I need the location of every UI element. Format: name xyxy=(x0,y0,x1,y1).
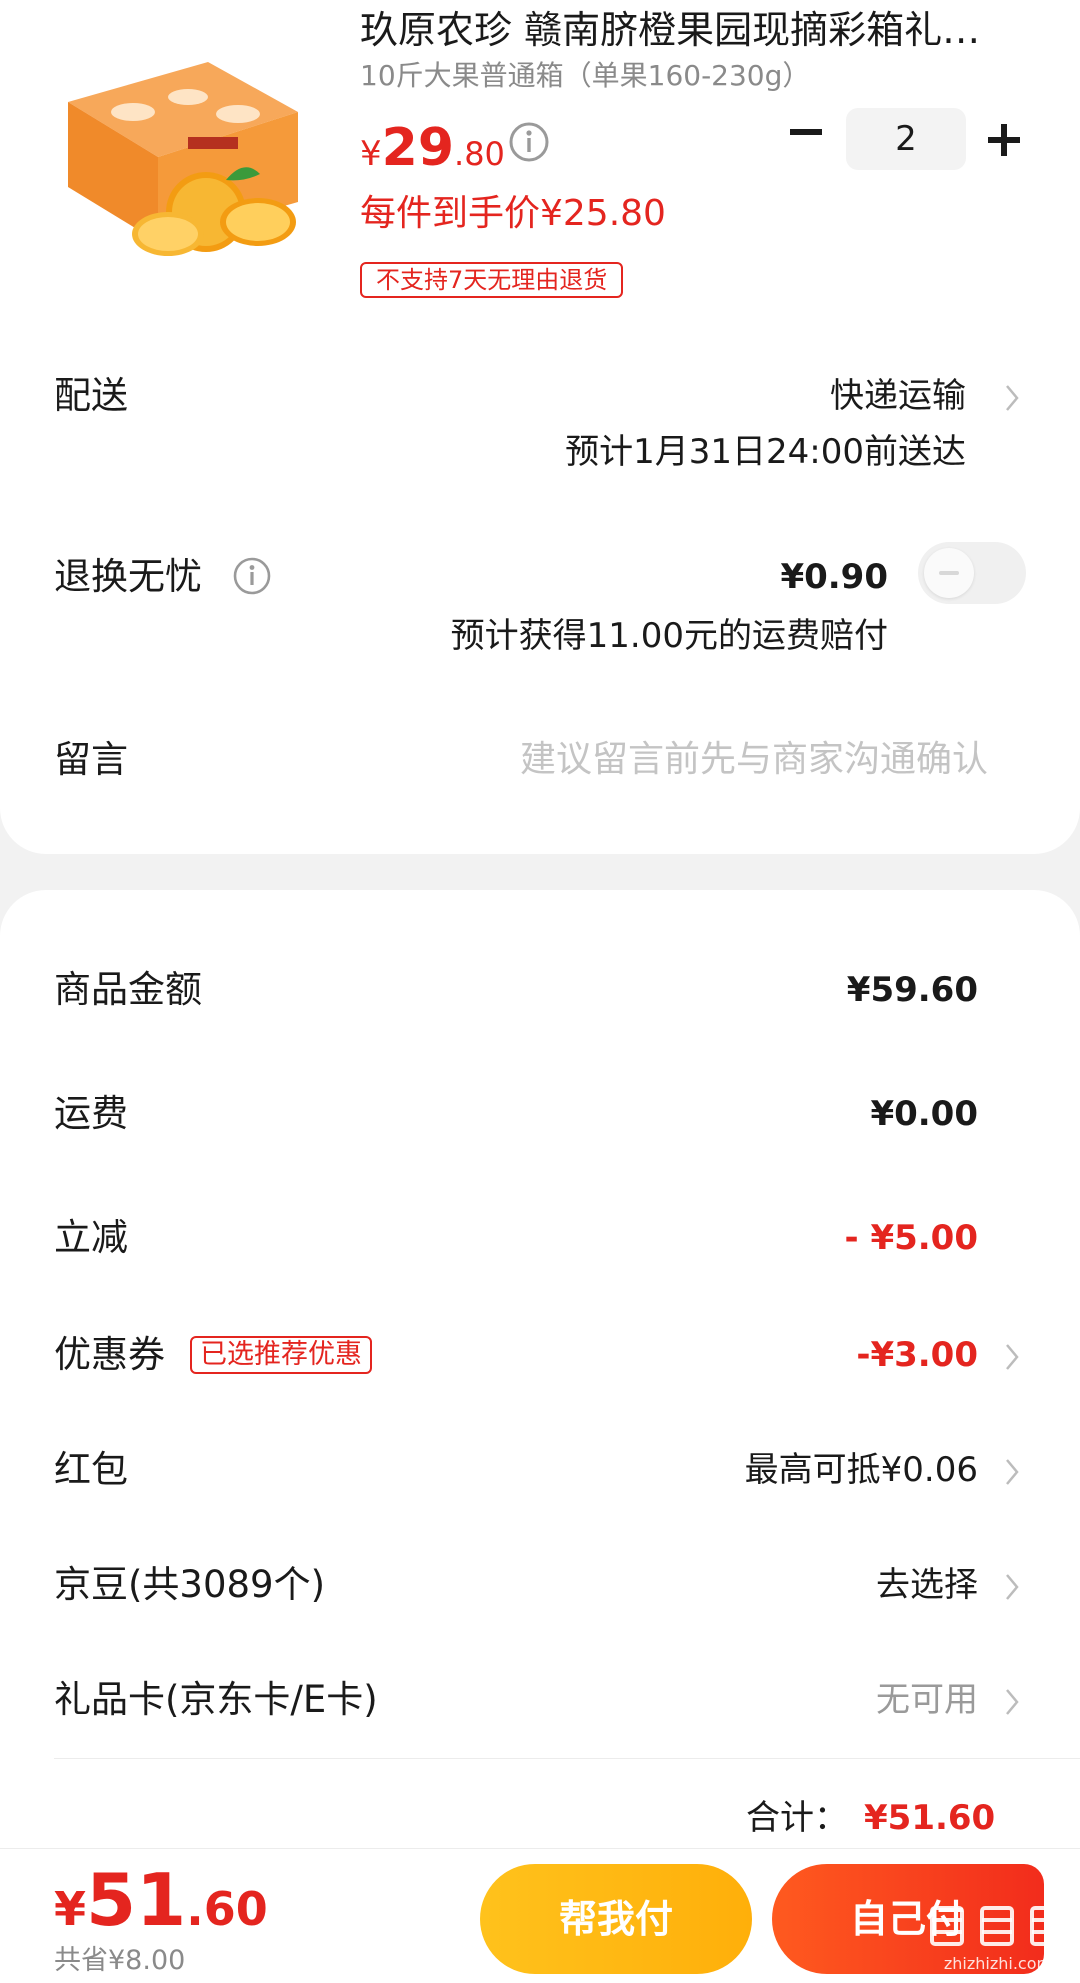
worry-free-toggle[interactable] xyxy=(918,542,1026,604)
checkout-saved-amount: 共省¥8.00 xyxy=(54,1945,186,1976)
chevron-right-icon[interactable] xyxy=(1004,383,1020,413)
watermark-text: zhizhizhi.com xyxy=(943,1954,1053,1973)
red-packet-value[interactable]: 最高可抵¥0.06 xyxy=(745,1446,978,1494)
summary-divider xyxy=(54,1758,1080,1759)
delivery-eta: 预计1月31日24:00前送达 xyxy=(565,432,966,472)
price-info-icon[interactable] xyxy=(508,121,550,163)
instant-discount-value: - ¥5.00 xyxy=(844,1218,979,1258)
arrival-price: 每件到手价¥25.80 xyxy=(360,193,666,234)
worry-free-info-icon[interactable] xyxy=(232,556,272,596)
coupon-label: 优惠券 xyxy=(54,1333,165,1376)
toggle-knob xyxy=(924,548,974,598)
worry-free-label: 退换无忧 xyxy=(54,555,202,598)
worry-free-compensation: 预计获得11.00元的运费赔付 xyxy=(450,616,888,656)
delivery-method[interactable]: 快递运输 xyxy=(830,372,966,420)
help-me-pay-button[interactable]: 帮我付 xyxy=(480,1864,752,1974)
coupon-recommended-tag: 已选推荐优惠 xyxy=(190,1336,372,1374)
message-input[interactable]: 建议留言前先与商家沟通确认 xyxy=(520,736,988,784)
price-decimal: .80 xyxy=(454,135,505,173)
message-label: 留言 xyxy=(54,738,128,781)
checkout-price-decimal: .60 xyxy=(186,1882,268,1936)
quantity-decrease-button[interactable] xyxy=(786,112,826,152)
shipping-value: ¥0.00 xyxy=(870,1094,978,1134)
product-image[interactable] xyxy=(58,42,313,264)
quantity-input[interactable]: 2 xyxy=(846,108,966,170)
gift-card-label: 礼品卡(京东卡/E卡) xyxy=(54,1678,378,1721)
product-title[interactable]: 玖原农珍 赣南脐橙果园现摘彩箱礼盒装 xyxy=(360,6,1000,54)
shipping-label: 运费 xyxy=(54,1092,128,1135)
gift-card-value[interactable]: 无可用 xyxy=(876,1676,978,1724)
checkout-price-currency: ¥ xyxy=(54,1882,87,1936)
instant-discount-label: 立减 xyxy=(54,1216,128,1259)
price-integer: 29 xyxy=(381,118,455,178)
coupon-value[interactable]: -¥3.00 xyxy=(856,1331,978,1379)
total-value: ¥51.60 xyxy=(864,1798,996,1838)
goods-amount-value: ¥59.60 xyxy=(846,970,978,1010)
chevron-right-icon[interactable] xyxy=(1004,1687,1020,1717)
checkout-price-integer: 51 xyxy=(86,1858,187,1942)
chevron-right-icon[interactable] xyxy=(1004,1572,1020,1602)
product-price: ¥29.80 xyxy=(360,118,505,190)
worry-free-price: ¥0.90 xyxy=(780,557,888,597)
chevron-right-icon[interactable] xyxy=(1004,1342,1020,1372)
product-spec[interactable]: 10斤大果普通箱（单果160-230g） xyxy=(360,58,810,94)
jingdou-label: 京豆(共3089个) xyxy=(54,1563,326,1606)
jingdou-value[interactable]: 去选择 xyxy=(876,1561,978,1609)
return-policy-badge: 不支持7天无理由退货 xyxy=(360,262,624,298)
delivery-label: 配送 xyxy=(54,374,128,417)
chevron-right-icon[interactable] xyxy=(1004,1457,1020,1487)
red-packet-label: 红包 xyxy=(54,1448,128,1491)
goods-amount-label: 商品金额 xyxy=(54,968,202,1011)
price-currency: ¥ xyxy=(360,134,382,174)
total-label: 合计： xyxy=(746,1798,848,1838)
quantity-increase-button[interactable] xyxy=(984,120,1024,160)
watermark-logo: zhizhizhi.com xyxy=(920,1898,1076,1983)
